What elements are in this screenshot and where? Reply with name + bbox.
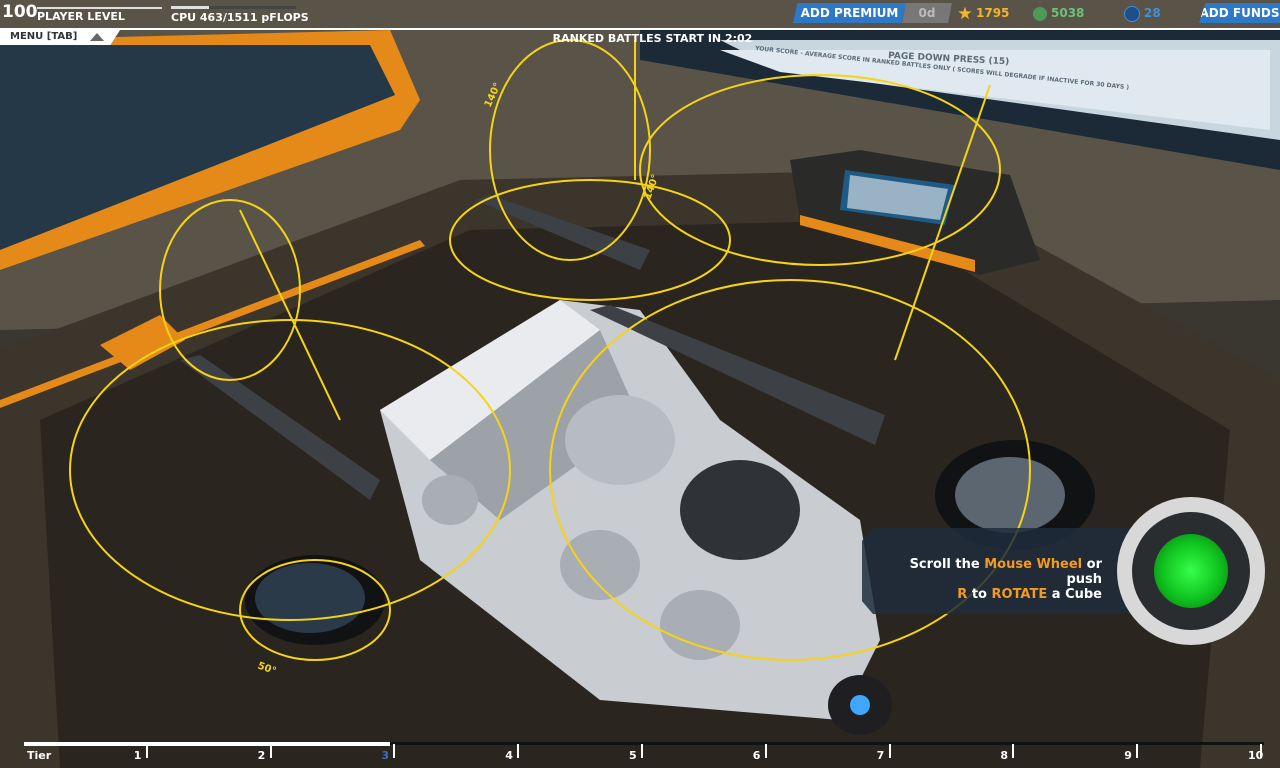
rp-value: 5038 — [1051, 6, 1085, 20]
gc-counter: 28 — [1124, 4, 1161, 22]
tier-tick — [517, 744, 520, 758]
tier-number-7: 7 — [876, 749, 885, 762]
tier-number-1: 1 — [133, 749, 142, 762]
add-premium-button[interactable]: ADD PREMIUM — [793, 3, 906, 23]
add-funds-button[interactable]: ADD FUNDS — [1199, 3, 1280, 23]
cpu-label: CPU 463/1511 pFLOPS — [171, 11, 309, 24]
tier-tick — [641, 744, 643, 758]
ranked-timer: RANKED BATTLES START IN 2:02 — [552, 32, 753, 45]
cpu-bar — [171, 6, 296, 9]
robits-value: 1795 — [976, 6, 1010, 20]
garage-scene[interactable]: 140° 140° 50° PAGE DOWN PRESS (15) YOUR … — [0, 0, 1280, 768]
tier-tick — [393, 744, 396, 758]
tier-progress-fill — [24, 742, 390, 746]
tier-number-10: 10 — [1248, 749, 1264, 762]
robits-star-icon — [958, 6, 972, 20]
tier-number-8: 8 — [1000, 749, 1009, 762]
rp-icon — [1033, 6, 1047, 21]
tier-number-2: 2 — [257, 749, 266, 762]
gc-value: 28 — [1144, 6, 1161, 20]
key-r-highlight: R — [957, 587, 968, 602]
player-level-bar — [37, 7, 162, 9]
tier-label: Tier — [27, 749, 52, 762]
tier-number-5: 5 — [629, 749, 637, 762]
rp-counter: 5038 — [1033, 4, 1084, 22]
tier-tick — [1136, 744, 1139, 758]
tier-tick — [888, 744, 891, 758]
tier-tick — [269, 744, 272, 758]
tier-number-9: 9 — [1124, 749, 1132, 762]
player-level-label: PLAYER LEVEL — [37, 10, 125, 23]
premium-days: 0d — [902, 3, 952, 23]
tier-tick — [1012, 744, 1015, 758]
mouse-wheel-highlight: Mouse Wheel — [984, 557, 1083, 572]
tier-tick — [764, 744, 767, 758]
player-level-number: 100 — [2, 2, 38, 22]
tier-number-6: 6 — [752, 749, 761, 762]
tutorial-text: Scroll the Mouse Wheel or push R to ROTA… — [909, 557, 1102, 602]
gc-icon — [1124, 5, 1140, 22]
tutorial-orb-light — [1154, 534, 1228, 608]
tier-tick — [145, 744, 148, 758]
robits-counter: 1795 — [958, 4, 1009, 22]
tier-number-4: 4 — [505, 749, 513, 762]
tier-number-3: 3 — [381, 749, 390, 762]
hud-divider — [0, 28, 1280, 30]
rotate-highlight: ROTATE — [991, 587, 1048, 602]
